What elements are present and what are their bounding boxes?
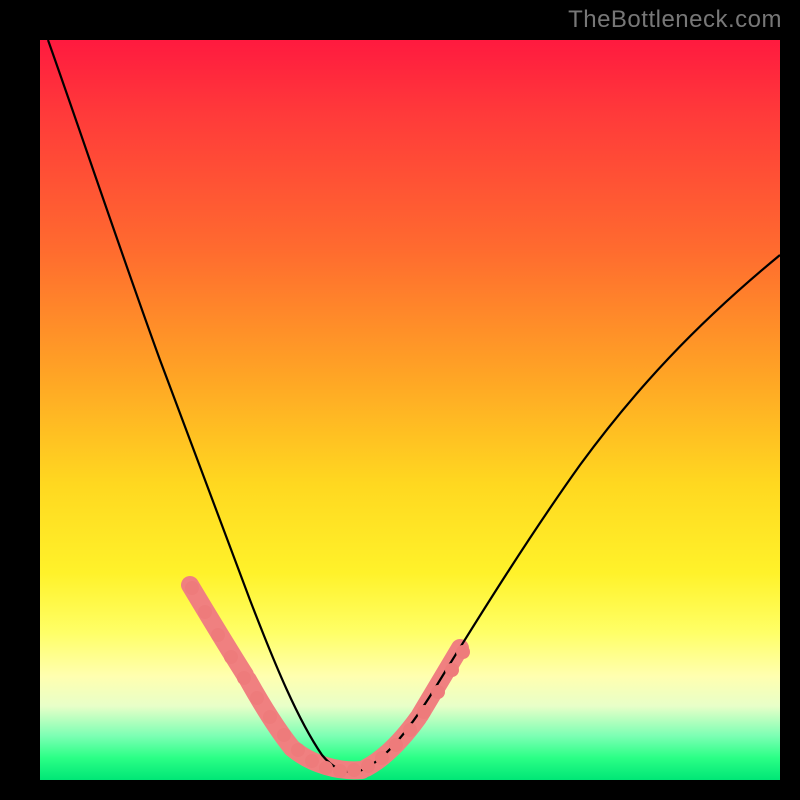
marker-dot xyxy=(263,710,277,724)
marker-dot xyxy=(431,685,445,699)
marker-dot xyxy=(445,663,459,677)
highlight-bands xyxy=(190,585,460,770)
marker-dot xyxy=(361,759,375,773)
marker-dots xyxy=(185,581,470,778)
marker-dot xyxy=(250,691,264,705)
marker-dot xyxy=(333,764,347,778)
marker-dot xyxy=(319,761,333,775)
marker-dot xyxy=(417,705,431,719)
marker-dot xyxy=(198,605,212,619)
bottleneck-curve xyxy=(48,40,780,772)
chart-frame: TheBottleneck.com xyxy=(0,0,800,800)
marker-dot xyxy=(305,754,319,768)
marker-dot xyxy=(237,671,251,685)
marker-dot xyxy=(224,650,238,664)
marker-dot xyxy=(211,628,225,642)
plot-area xyxy=(40,40,780,780)
marker-dot xyxy=(375,751,389,765)
watermark-text: TheBottleneck.com xyxy=(568,6,782,34)
marker-dot xyxy=(291,743,305,757)
marker-dot xyxy=(389,738,403,752)
marker-dot xyxy=(456,645,470,659)
marker-dot xyxy=(277,728,291,742)
marker-dot xyxy=(347,763,361,777)
marker-dot xyxy=(185,581,199,595)
marker-dot xyxy=(403,723,417,737)
curve-svg xyxy=(40,40,780,780)
